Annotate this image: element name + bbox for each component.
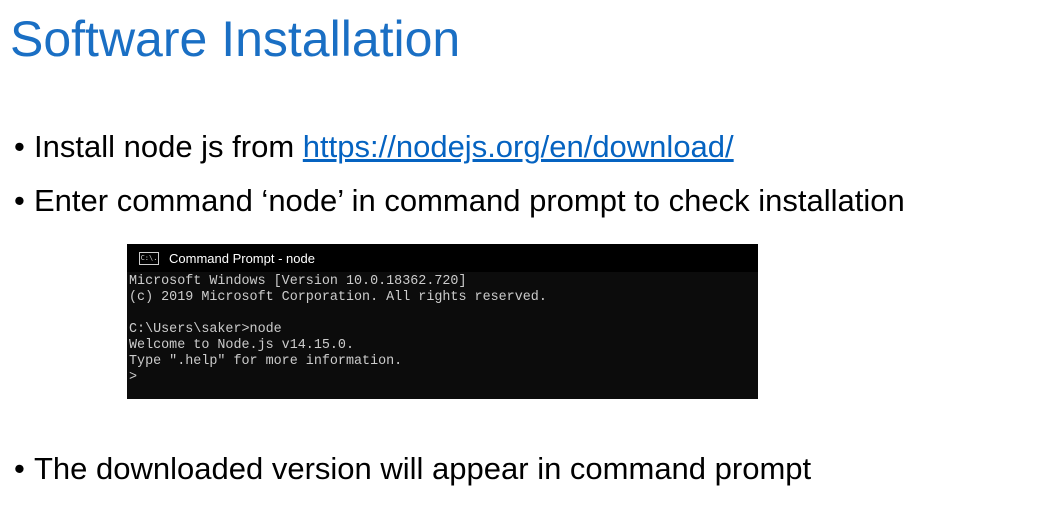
bullet-text: Enter command ‘node’ in command prompt t… bbox=[34, 183, 905, 218]
slide-title: Software Installation bbox=[10, 11, 461, 67]
bullet-icon: • bbox=[14, 129, 25, 164]
terminal-line: > bbox=[129, 370, 138, 385]
bullet-version: • The downloaded version will appear in c… bbox=[14, 450, 811, 488]
terminal-line: Microsoft Windows [Version 10.0.18362.72… bbox=[129, 274, 467, 289]
terminal-line: C:\Users\saker>node bbox=[129, 322, 282, 337]
terminal-line: Type ".help" for more information. bbox=[129, 354, 403, 369]
bullet-enter-command: • Enter command ‘node’ in command prompt … bbox=[14, 182, 905, 220]
bullet-text: The downloaded version will appear in co… bbox=[34, 451, 812, 486]
window-title: Command Prompt - node bbox=[169, 250, 315, 266]
cmd-icon: C:\. bbox=[139, 251, 159, 265]
terminal-line: Welcome to Node.js v14.15.0. bbox=[129, 338, 354, 353]
command-prompt-titlebar: C:\. Command Prompt - node bbox=[127, 244, 758, 272]
terminal-output: Microsoft Windows [Version 10.0.18362.72… bbox=[127, 272, 758, 388]
nodejs-download-link[interactable]: https://nodejs.org/en/download/ bbox=[303, 129, 734, 164]
terminal-line: (c) 2019 Microsoft Corporation. All righ… bbox=[129, 290, 547, 305]
bullet-icon: • bbox=[14, 451, 25, 486]
command-prompt-screenshot: C:\. Command Prompt - node Microsoft Win… bbox=[127, 244, 758, 399]
bullet-install: • Install node js from https://nodejs.org… bbox=[14, 128, 734, 166]
bullet-icon: • bbox=[14, 183, 25, 218]
bullet-text: Install node js from bbox=[34, 129, 303, 164]
